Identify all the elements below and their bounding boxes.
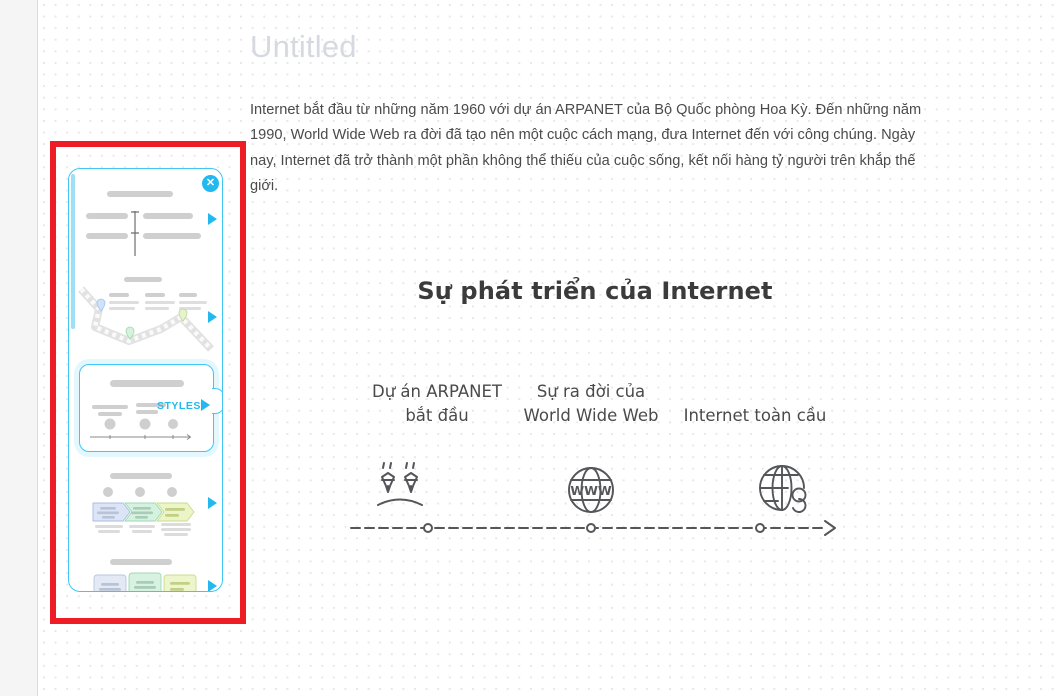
timeline-marker-2[interactable] bbox=[755, 523, 765, 533]
template-item-milestone-timeline[interactable]: STYLES bbox=[69, 361, 222, 459]
templates-panel[interactable]: STYLES bbox=[68, 168, 223, 592]
chevron-process-thumbnail bbox=[92, 473, 195, 536]
central-axis-thumbnail bbox=[86, 191, 201, 256]
card-stack-thumbnail bbox=[93, 559, 197, 591]
timeline-graphic: WWW bbox=[350, 462, 836, 536]
styles-label[interactable]: STYLES bbox=[157, 400, 201, 412]
document-paragraph[interactable]: Internet bắt đầu từ những năm 1960 với d… bbox=[250, 98, 934, 200]
template-selected-notch bbox=[212, 388, 222, 414]
close-icon[interactable]: ✕ bbox=[202, 175, 219, 192]
templates-scrollbar-thumb[interactable] bbox=[71, 174, 75, 329]
template-item-winding-road[interactable] bbox=[69, 269, 222, 361]
template-item-chevron-process[interactable] bbox=[69, 459, 222, 551]
satellite-nodes-icon bbox=[377, 462, 423, 506]
app-root: Untitled Internet bắt đầu từ những năm 1… bbox=[0, 0, 1060, 696]
template-item-card-stack[interactable] bbox=[69, 551, 222, 591]
template-expand-arrow-4[interactable] bbox=[208, 580, 217, 591]
template-item-central-axis[interactable] bbox=[69, 169, 222, 269]
timeline-diagram[interactable]: Sự phát triển của Internet Dự án ARPANET… bbox=[345, 262, 845, 552]
timeline-marker-1[interactable] bbox=[586, 523, 596, 533]
timeline-arrowhead bbox=[824, 520, 836, 536]
template-expand-arrow-1[interactable] bbox=[208, 311, 217, 323]
template-expand-arrow-3[interactable] bbox=[208, 497, 217, 509]
global-network-globe-icon bbox=[759, 465, 807, 513]
winding-road-thumbnail bbox=[78, 277, 214, 352]
template-expand-arrow-0[interactable] bbox=[208, 213, 217, 225]
page-title[interactable]: Untitled bbox=[250, 28, 357, 65]
template-expand-arrow-2[interactable] bbox=[201, 399, 210, 411]
timeline-marker-0[interactable] bbox=[423, 523, 433, 533]
left-gutter bbox=[0, 0, 38, 696]
